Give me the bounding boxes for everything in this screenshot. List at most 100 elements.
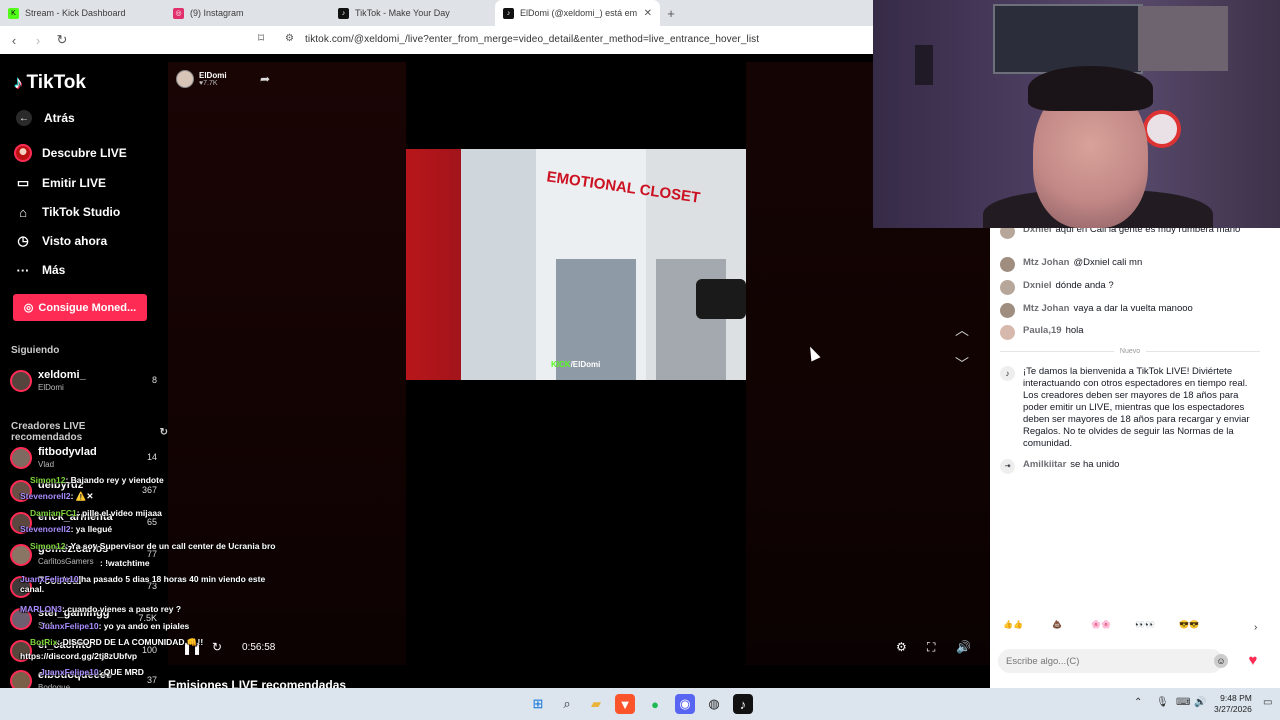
following-creator[interactable]: xeldomi_ ElDomi 8 <box>10 368 160 396</box>
brave-browser-icon[interactable]: ▼ <box>615 694 635 714</box>
live-player[interactable]: ElDomi ♥7.7K ➦ EMOTIONAL CLOSET KICK/ElD… <box>168 62 990 665</box>
chat-message: Paula,19 hola <box>1000 325 1265 340</box>
quick-reaction[interactable]: 👍👍 <box>998 620 1028 634</box>
notification-icon[interactable]: ▭ <box>1263 697 1272 708</box>
join-icon: ⇥ <box>1000 459 1015 474</box>
volume-icon[interactable]: 🔊 <box>1194 697 1206 708</box>
webcam-overlay <box>873 0 1280 228</box>
obs-icon[interactable]: ◍ <box>704 694 724 714</box>
tab-tiktok[interactable]: ♪ TikTok - Make Your Day <box>330 0 495 26</box>
tab-kick[interactable]: K Stream - Kick Dashboard <box>0 0 165 26</box>
taskbar-clock[interactable]: 9:48 PM 3/27/2026 <box>1214 693 1252 715</box>
bookmark-icon[interactable]: ⌑ <box>258 31 264 45</box>
chat-message: Mtz Johan @Dxniel cali mn <box>1000 257 1265 272</box>
chat-message: Dxniel dónde anda ? <box>1000 280 1265 295</box>
sidebar-item-label: Emitir LIVE <box>42 176 107 190</box>
chevron-right-icon[interactable]: › <box>1254 622 1257 633</box>
divider-line <box>1146 351 1261 352</box>
quick-reaction[interactable]: 😎😎 <box>1174 620 1204 634</box>
overlay-chat-line: JuanxFelipe10 ha pasado 5 dias 18 horas … <box>20 574 266 594</box>
tiktok-app-icon[interactable]: ♪ <box>733 694 753 714</box>
no-sign-figure <box>1143 110 1181 148</box>
welcome-text: ¡Te damos la bienvenida a TikTok LIVE! D… <box>1023 366 1250 449</box>
viewer-count: 8 <box>151 375 157 385</box>
sidebar-item-more[interactable]: ··· Más <box>14 261 66 279</box>
avatar <box>1000 257 1015 272</box>
chevron-down-icon[interactable]: ﹀ <box>955 354 969 374</box>
tiktok-logo[interactable]: ♪ TikTok <box>14 72 86 94</box>
sidebar-item-go-live[interactable]: ▭ Emitir LIVE <box>14 174 106 192</box>
heart-icon[interactable]: ♥ <box>1244 652 1262 670</box>
chat-input[interactable] <box>998 649 1223 673</box>
fullscreen-icon[interactable]: ⛶ <box>927 640 935 655</box>
windows-start-icon[interactable]: ⊞ <box>528 694 548 714</box>
welcome-message: ♪ ¡Te damos la bienvenida a TikTok LIVE!… <box>1000 366 1265 450</box>
url-field[interactable]: tiktok.com/@xeldomi_/live?enter_from_mer… <box>305 34 759 45</box>
chat-message: Mtz Johan vaya a dar la vuelta manooo <box>1000 303 1265 318</box>
monitor-figure <box>1138 6 1228 71</box>
sidebar-item-recently-watched[interactable]: ◷ Visto ahora <box>14 232 107 250</box>
overlay-chat-line: Simon12: Ya soy Supervisor de un call ce… <box>30 541 276 551</box>
tab-eldomi-live[interactable]: ♪ ElDomi (@xeldomi_) está em ✕ <box>495 0 660 26</box>
tab-title: TikTok - Make Your Day <box>355 8 450 18</box>
sidebar-item-studio[interactable]: ⌂ TikTok Studio <box>14 203 120 221</box>
tab-instagram[interactable]: ◎ (9) Instagram <box>165 0 330 26</box>
host-info[interactable]: ElDomi ♥7.7K <box>176 70 227 88</box>
chevron-up-icon[interactable]: ︿ <box>955 320 969 340</box>
file-explorer-icon[interactable]: ▰ <box>586 694 606 714</box>
forward-arrow-icon[interactable]: › <box>28 30 48 50</box>
refresh-icon[interactable]: ↻ <box>212 640 222 654</box>
network-icon[interactable]: ⌨ <box>1176 697 1190 708</box>
site-info-icon[interactable]: ⚙ <box>285 33 294 44</box>
avatar <box>1000 303 1015 318</box>
chevron-up-icon[interactable]: ⌃ <box>1134 697 1142 708</box>
refresh-icon[interactable]: ↻ <box>160 427 168 438</box>
tiktok-icon: ♪ <box>1000 366 1015 381</box>
get-coins-button[interactable]: ◎ Consigue Moned... <box>13 294 147 321</box>
sidebar-item-label: Más <box>42 263 66 277</box>
join-message: ⇥ Amilkiitar se ha unido <box>1000 459 1265 474</box>
arrow-left-icon: ← <box>16 110 32 126</box>
clock-date: 3/27/2026 <box>1214 704 1252 714</box>
bag-figure <box>696 279 746 319</box>
avatar <box>1000 325 1015 340</box>
volume-icon[interactable]: 🔊 <box>956 640 971 654</box>
close-tab-icon[interactable]: ✕ <box>644 8 652 19</box>
viewer-count: 65 <box>146 517 157 527</box>
person-figure <box>461 149 541 380</box>
creator-sub: ElDomi <box>38 383 64 392</box>
quick-reaction[interactable]: 🌸🌸 <box>1086 620 1116 634</box>
camera-icon: ▭ <box>16 175 30 190</box>
reload-icon[interactable]: ↻ <box>52 30 72 50</box>
host-avatar <box>176 70 194 88</box>
back-button[interactable]: ← Atrás <box>16 110 75 126</box>
overlay-chat-line: DamianFC1: pille el video mijaaa <box>30 508 162 518</box>
kick-icon: K <box>8 7 19 19</box>
discord-icon[interactable]: ◉ <box>675 694 695 714</box>
recommended-creator[interactable]: fitbodyvlad Vlad 14 <box>10 445 160 473</box>
logo-text: TikTok <box>26 72 86 93</box>
overlay-chat-line: BotRix: DISCORD DE LA COMUNIDAD 👊!! <box>30 637 204 647</box>
microphone-icon[interactable]: 🎙 <box>1156 697 1169 708</box>
overlay-chat-line: Stevenorell2: ⚠️✕ <box>20 491 94 501</box>
sidebar-item-discover-live[interactable]: Descubre LIVE <box>14 144 127 162</box>
overlay-chat-line: JuanxFelipe10: yo ya ando en ipiales <box>40 621 190 631</box>
new-tab-icon[interactable]: + <box>660 0 682 26</box>
settings-icon[interactable]: ⚙ <box>896 640 907 654</box>
quick-reaction[interactable]: 💩 <box>1042 620 1072 634</box>
monitor-figure <box>993 4 1143 74</box>
back-arrow-icon[interactable]: ‹ <box>4 30 24 50</box>
streamer-hair <box>1028 66 1153 111</box>
emoji-icon[interactable]: ☺ <box>1214 654 1228 668</box>
stream-video[interactable]: EMOTIONAL CLOSET KICK/ElDomi <box>406 149 746 380</box>
home-icon: ⌂ <box>19 204 27 220</box>
back-label: Atrás <box>44 111 75 125</box>
search-icon[interactable]: ⌕ <box>557 694 577 714</box>
overlay-chat-line: JuanxFelipe10: QUE MRD <box>40 667 144 677</box>
creator-name: fitbodyvlad <box>38 446 97 458</box>
spotify-icon[interactable]: ● <box>645 694 665 714</box>
share-icon[interactable]: ➦ <box>260 72 270 86</box>
instagram-icon: ◎ <box>173 7 184 19</box>
quick-reaction[interactable]: 👀👀 <box>1130 620 1160 634</box>
recommended-creators-heading: Creadores LIVE recomendados ↻ <box>11 421 168 443</box>
